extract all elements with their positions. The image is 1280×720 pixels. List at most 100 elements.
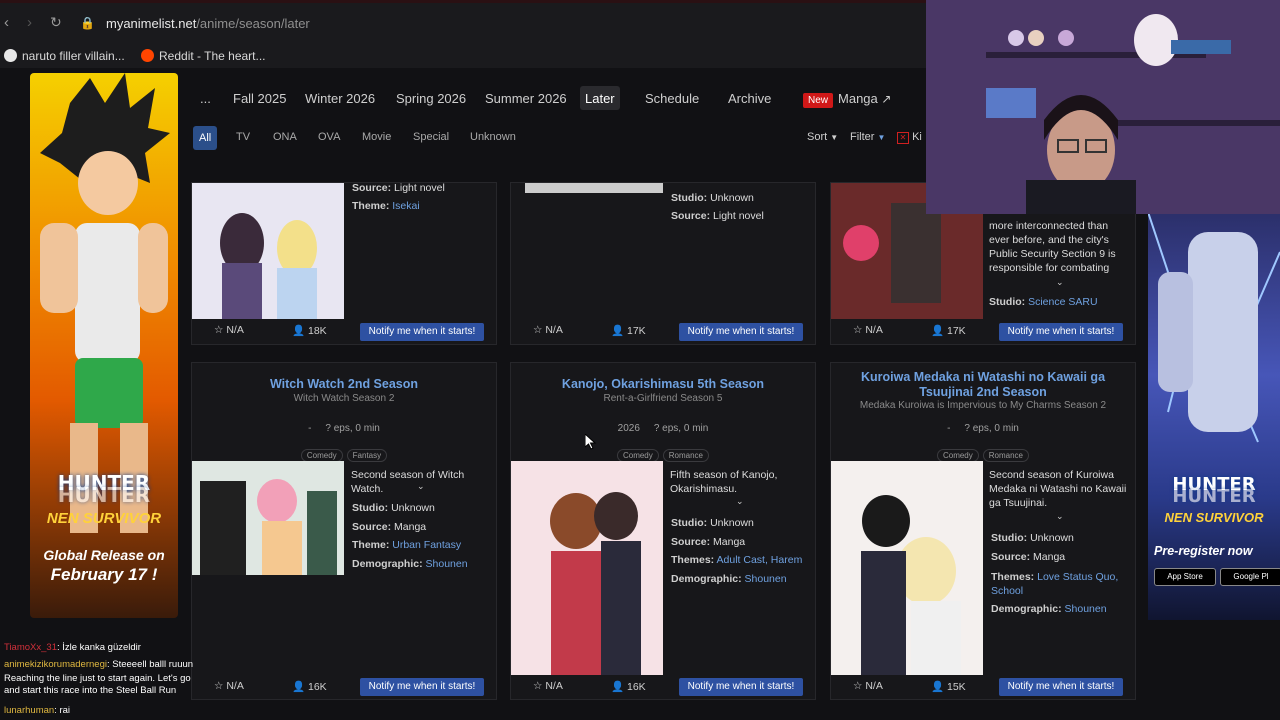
stream-chat: TiamoXx_31: İzle kanka güzeldir animekiz… — [0, 640, 200, 720]
chat-message: TiamoXx_31: İzle kanka güzeldir — [4, 642, 141, 653]
anime-info: - ? eps, 0 min — [947, 423, 1019, 434]
members: 👤 17K — [611, 325, 646, 337]
score: ☆ N/A — [214, 680, 244, 692]
google-play-badge[interactable]: Google Pl — [1220, 568, 1280, 586]
ad-tagline-date: February 17 ! — [50, 565, 158, 584]
url-text[interactable]: myanimelist.net/anime/season/later — [106, 16, 310, 31]
anime-alt-title: Witch Watch Season 2 — [293, 393, 395, 404]
bookmark-naruto[interactable]: naruto filler villain... — [4, 49, 125, 63]
star-icon: ☆ — [533, 324, 543, 336]
left-ad-banner[interactable]: HUNTER HUNTER NEN SURVIVOR Global Releas… — [30, 73, 178, 618]
anime-info: - ? eps, 0 min — [308, 423, 380, 434]
filter-movie[interactable]: Movie — [362, 131, 391, 143]
notify-button[interactable]: Notify me when it starts! — [360, 323, 484, 341]
theme-link[interactable]: Isekai — [392, 200, 419, 212]
chat-message: lunarhuman: rai — [4, 705, 71, 716]
bookmark-reddit[interactable]: Reddit - The heart... — [141, 49, 266, 63]
nav-spring-2026[interactable]: Spring 2026 — [396, 91, 466, 106]
user-icon: 👤 — [611, 681, 625, 693]
expand-chevron-icon[interactable]: ⌄ — [1056, 511, 1064, 522]
expand-chevron-icon[interactable]: ⌄ — [1056, 277, 1064, 288]
nav-manga[interactable]: New Manga ↗ — [803, 91, 891, 108]
reload-icon[interactable]: ↻ — [50, 14, 62, 31]
back-icon[interactable]: ‹ — [4, 14, 9, 31]
demographic-link[interactable]: Shounen — [426, 558, 468, 570]
star-icon: ☆ — [533, 680, 543, 692]
character-art — [1148, 212, 1280, 443]
genre-tag[interactable]: Fantasy — [346, 449, 388, 462]
app-store-badge[interactable]: App Store — [1154, 568, 1216, 586]
notify-button[interactable]: Notify me when it starts! — [360, 678, 484, 696]
ad-subtitle: NEN SURVIVOR — [1164, 510, 1264, 525]
demographic-link[interactable]: Shounen — [1065, 603, 1107, 615]
webcam-overlay — [926, 0, 1280, 214]
synopsis: Second season of Kuroiwa Medaka ni Watas… — [989, 469, 1127, 509]
chevron-down-icon: ▼ — [830, 133, 839, 142]
anime-card: Witch Watch 2nd Season Witch Watch Seaso… — [191, 362, 497, 700]
character-art — [40, 73, 170, 533]
forward-icon[interactable]: › — [27, 14, 32, 31]
filter-all[interactable]: All — [193, 126, 217, 150]
genre-tag[interactable]: Romance — [662, 449, 710, 462]
anime-cover[interactable] — [511, 461, 663, 675]
anime-cover[interactable] — [831, 461, 983, 675]
kids-toggle[interactable]: ✕ Ki — [897, 131, 922, 144]
chat-message: animekizikorumadernegi: Steeeell balll r… — [4, 659, 194, 670]
nav-summer-2026[interactable]: Summer 2026 — [485, 91, 567, 106]
nav-more[interactable]: ... — [200, 91, 211, 106]
nav-winter-2026[interactable]: Winter 2026 — [305, 91, 375, 106]
nav-schedule[interactable]: Schedule — [645, 91, 699, 106]
filter-ona[interactable]: ONA — [273, 131, 297, 143]
anime-cover[interactable] — [192, 183, 344, 319]
demographic-link[interactable]: Shounen — [745, 573, 787, 585]
synopsis: Fifth season of Kanojo, Okarishimasu. — [670, 469, 778, 495]
star-icon: ☆ — [214, 324, 224, 336]
user-icon: 👤 — [931, 681, 945, 693]
members: 👤 16K — [611, 681, 646, 693]
nav-later[interactable]: Later — [580, 86, 620, 110]
chat-message: Reaching the line just to start again. L… — [4, 673, 191, 696]
notify-button[interactable]: Notify me when it starts! — [679, 678, 803, 696]
anime-title[interactable]: Witch Watch 2nd Season — [192, 377, 496, 392]
members: 👤 17K — [931, 325, 966, 337]
score: ☆ N/A — [853, 324, 883, 336]
score: ☆ N/A — [214, 324, 244, 336]
anime-info: 2026 ? eps, 0 min — [617, 423, 709, 434]
browser-address-bar: ‹ › ↻ 🔒 myanimelist.net/anime/season/lat… — [0, 0, 926, 46]
members: 👤 15K — [931, 681, 966, 693]
filter-special[interactable]: Special — [413, 131, 449, 143]
nav-fall-2025[interactable]: Fall 2025 — [233, 91, 286, 106]
new-badge: New — [803, 93, 834, 108]
ad-title-shadow: HUNTER — [57, 483, 151, 507]
anime-cover[interactable] — [525, 183, 663, 193]
notify-button[interactable]: Notify me when it starts! — [999, 678, 1123, 696]
genre-tag[interactable]: Romance — [982, 449, 1030, 462]
filter-dropdown[interactable]: Filter ▼ — [850, 131, 885, 143]
anime-title[interactable]: Kuroiwa Medaka ni Watashi no Kawaii ga T… — [831, 370, 1135, 400]
filter-ova[interactable]: OVA — [318, 131, 340, 143]
source-value: Light novel — [394, 182, 445, 194]
anime-cover[interactable] — [192, 461, 344, 575]
anime-title[interactable]: Kanojo, Okarishimasu 5th Season — [511, 377, 815, 392]
ad-subtitle: NEN SURVIVOR — [46, 510, 162, 527]
anime-card: Kanojo, Okarishimasu 5th Season Rent-a-G… — [510, 362, 816, 700]
tab-strip-edge — [0, 0, 926, 3]
notify-button[interactable]: Notify me when it starts! — [999, 323, 1123, 341]
ad-tagline: Pre-register now — [1154, 544, 1253, 558]
user-icon: 👤 — [931, 325, 945, 337]
members: 👤 18K — [292, 325, 327, 337]
filter-unknown[interactable]: Unknown — [470, 131, 516, 143]
studio-link[interactable]: Science SARU — [1028, 296, 1097, 308]
notify-button[interactable]: Notify me when it starts! — [679, 323, 803, 341]
sort-dropdown[interactable]: Sort ▼ — [807, 131, 838, 143]
expand-chevron-icon[interactable]: ⌄ — [736, 496, 744, 507]
filter-tv[interactable]: TV — [236, 131, 250, 143]
theme-link[interactable]: Adult Cast, Harem — [717, 554, 803, 566]
star-icon: ☆ — [214, 680, 224, 692]
expand-chevron-icon[interactable]: ⌄ — [417, 481, 425, 492]
anime-card: Studio: Unknown Source: Light novel ☆ N/… — [510, 182, 816, 345]
right-ad-banner[interactable]: HUNTER HUNTER NEN SURVIVOR Pre-register … — [1148, 212, 1280, 620]
theme-link[interactable]: Urban Fantasy — [392, 539, 461, 551]
ad-tagline: Global Release on — [43, 547, 165, 563]
nav-archive[interactable]: Archive — [728, 91, 771, 106]
